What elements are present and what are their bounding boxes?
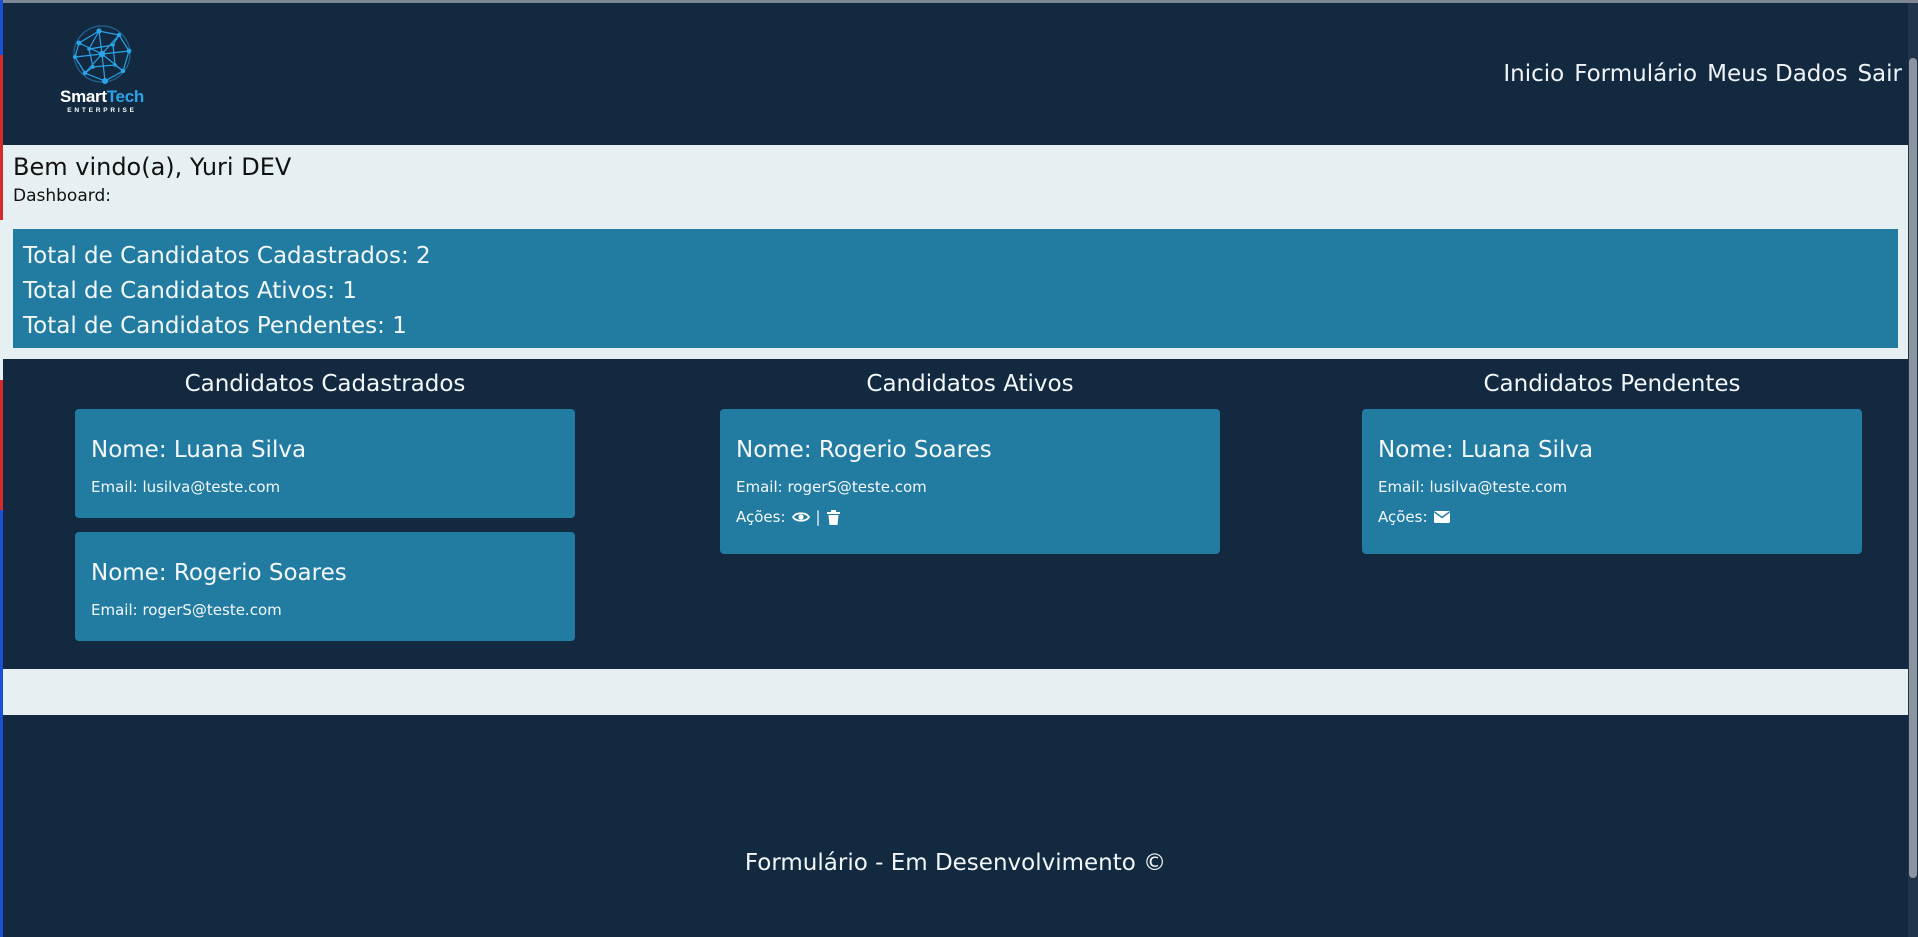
candidate-card[interactable]: Nome: Luana Silva Email: lusilva@teste.c…: [75, 409, 575, 518]
brand-name-part1: Smart: [60, 87, 107, 106]
page: SmartTech ENTERPRISE Inicio Formulário M…: [0, 0, 1918, 937]
stat-total-ativos: Total de Candidatos Ativos: 1: [23, 278, 357, 304]
column-pendentes: Candidatos Pendentes Nome: Luana Silva E…: [1362, 359, 1862, 568]
nav-link-inicio[interactable]: Inicio: [1503, 61, 1564, 87]
empty-band: [3, 669, 1908, 715]
footer-text: Formulário - Em Desenvolvimento ©: [744, 850, 1167, 876]
welcome-title: Bem vindo(a), Yuri DEV: [13, 153, 292, 181]
candidate-email: Email: rogerS@teste.com: [91, 601, 282, 619]
welcome-section: Bem vindo(a), Yuri DEV Dashboard: Total …: [3, 145, 1908, 359]
trash-icon[interactable]: [826, 509, 840, 525]
candidate-name: Nome: Luana Silva: [91, 437, 307, 463]
candidate-card[interactable]: Nome: Rogerio Soares Email: rogerS@teste…: [720, 409, 1220, 554]
candidate-actions: Ações:: [1378, 508, 1846, 526]
candidate-email: Email: lusilva@teste.com: [1378, 478, 1568, 496]
candidate-actions: Ações: |: [736, 508, 1204, 526]
column-title: Candidatos Pendentes: [1483, 371, 1741, 397]
brand-name-part2: Tech: [106, 87, 145, 106]
eye-icon[interactable]: [791, 511, 810, 523]
actions-label: Ações:: [1378, 508, 1428, 526]
column-ativos: Candidatos Ativos Nome: Rogerio Soares E…: [720, 359, 1220, 568]
site-footer: Formulário - Em Desenvolvimento ©: [3, 715, 1908, 937]
actions-label: Ações:: [736, 508, 786, 526]
brand-name: SmartTech: [47, 87, 157, 107]
candidates-columns: Candidatos Cadastrados Nome: Luana Silva…: [3, 359, 1908, 669]
candidate-email: Email: lusilva@teste.com: [91, 478, 281, 496]
candidate-email: Email: rogerS@teste.com: [736, 478, 927, 496]
network-globe-icon: [73, 25, 132, 84]
stat-total-cadastrados: Total de Candidatos Cadastrados: 2: [23, 243, 431, 269]
actions-separator: |: [815, 508, 821, 526]
candidate-name: Nome: Rogerio Soares: [91, 560, 347, 586]
main-nav: Inicio Formulário Meus Dados Sair: [1503, 61, 1902, 87]
scrollbar[interactable]: [1908, 3, 1918, 937]
candidate-name: Nome: Rogerio Soares: [736, 437, 992, 463]
site-header: SmartTech ENTERPRISE Inicio Formulário M…: [3, 3, 1908, 145]
brand-tagline: ENTERPRISE: [67, 107, 137, 114]
candidate-card[interactable]: Nome: Rogerio Soares Email: rogerS@teste…: [75, 532, 575, 641]
nav-link-sair[interactable]: Sair: [1857, 61, 1902, 87]
column-cadastrados: Candidatos Cadastrados Nome: Luana Silva…: [75, 359, 575, 655]
nav-link-formulario[interactable]: Formulário: [1574, 61, 1697, 87]
candidate-name: Nome: Luana Silva: [1378, 437, 1594, 463]
candidate-card[interactable]: Nome: Luana Silva Email: lusilva@teste.c…: [1362, 409, 1862, 554]
stats-panel: Total de Candidatos Cadastrados: 2 Total…: [13, 229, 1898, 348]
scrollbar-thumb[interactable]: [1909, 58, 1917, 878]
brand-logo[interactable]: SmartTech ENTERPRISE: [47, 21, 167, 121]
nav-link-meus-dados[interactable]: Meus Dados: [1707, 61, 1847, 87]
dashboard-label: Dashboard:: [13, 186, 111, 206]
column-title: Candidatos Ativos: [866, 371, 1074, 397]
column-title: Candidatos Cadastrados: [184, 371, 466, 397]
stat-total-pendentes: Total de Candidatos Pendentes: 1: [23, 313, 407, 339]
envelope-icon[interactable]: [1433, 511, 1450, 523]
